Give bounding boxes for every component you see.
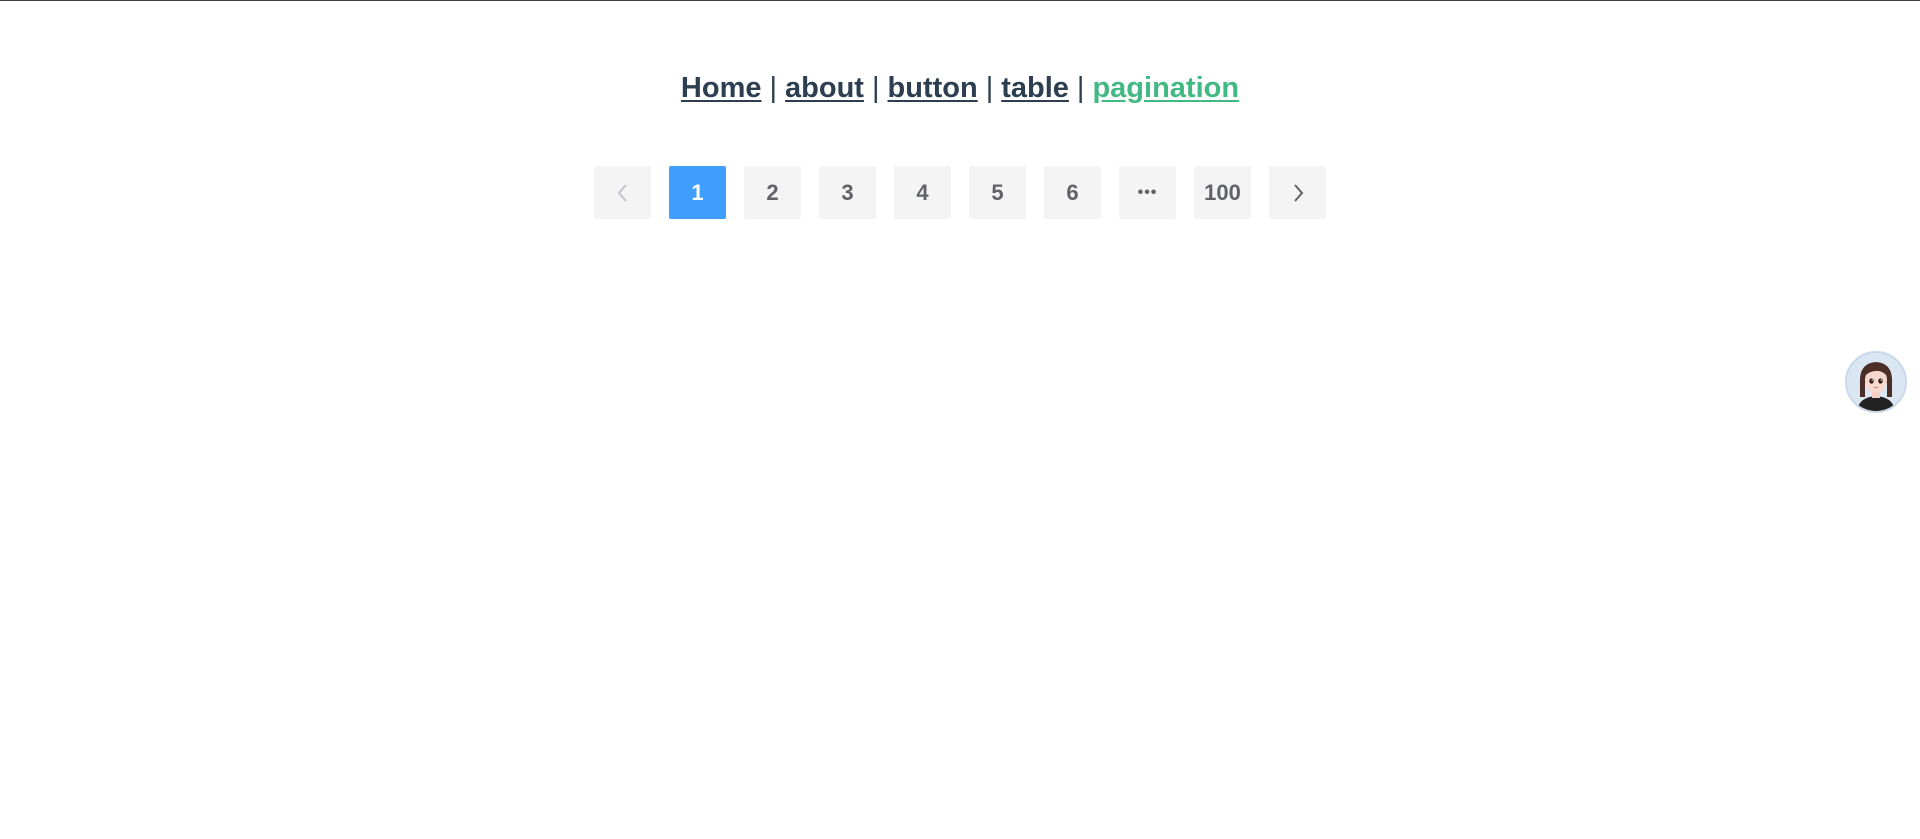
nav-link-button[interactable]: button	[888, 72, 978, 104]
chevron-left-icon	[617, 183, 627, 202]
nav-separator: |	[769, 72, 778, 104]
pagination: 1 2 3 4 5 6 ••• 100	[594, 166, 1326, 219]
page-button-4[interactable]: 4	[894, 166, 951, 219]
chevron-right-icon	[1293, 183, 1303, 202]
nav-separator: |	[871, 72, 880, 104]
nav-link-pagination[interactable]: pagination	[1092, 72, 1239, 104]
assistant-avatar-button[interactable]	[1845, 351, 1907, 413]
page-button-2[interactable]: 2	[744, 166, 801, 219]
assistant-avatar-icon	[1847, 353, 1905, 411]
nav-link-about[interactable]: about	[785, 72, 864, 104]
page-button-1[interactable]: 1	[669, 166, 726, 219]
page-button-6[interactable]: 6	[1044, 166, 1101, 219]
top-border	[0, 0, 1920, 1]
nav-link-table[interactable]: table	[1001, 72, 1069, 104]
top-nav: Home | about | button | table | pagination	[0, 68, 1920, 108]
nav-separator: |	[985, 72, 994, 104]
nav-separator: |	[1076, 72, 1085, 104]
page-button-3[interactable]: 3	[819, 166, 876, 219]
page-button-last[interactable]: 100	[1194, 166, 1251, 219]
page-button-5[interactable]: 5	[969, 166, 1026, 219]
more-pages-ellipsis[interactable]: •••	[1119, 166, 1176, 219]
nav-link-home[interactable]: Home	[681, 72, 762, 104]
prev-page-button[interactable]	[594, 166, 651, 219]
next-page-button[interactable]	[1269, 166, 1326, 219]
